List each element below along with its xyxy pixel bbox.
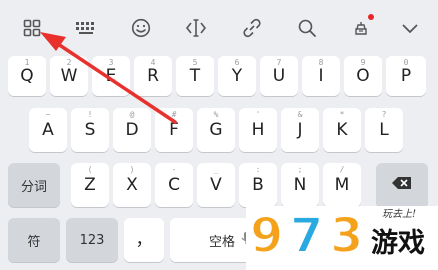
notification-dot [368, 14, 374, 20]
key-l[interactable]: ? L [365, 108, 403, 152]
key-o[interactable]: 9O [344, 56, 382, 96]
key-k[interactable]: * K [323, 108, 361, 152]
key-c[interactable]: -C [155, 163, 193, 207]
backspace-icon [391, 176, 413, 195]
watermark-slogan: 玩去上! [382, 209, 417, 220]
key-t[interactable]: 5T [176, 56, 214, 96]
watermark-digit: 9 [249, 208, 284, 264]
key-g[interactable]: % G [197, 108, 235, 152]
watermark-digit: 3 [329, 208, 364, 264]
backspace-key[interactable] [376, 163, 428, 207]
key-i[interactable]: 8I [302, 56, 340, 96]
keyboard-icon[interactable] [72, 14, 100, 42]
keyboard-toolbar [0, 0, 438, 56]
key-s[interactable]: ! S [71, 108, 109, 152]
key-y[interactable]: 6Y [218, 56, 256, 96]
link-icon[interactable] [238, 14, 266, 42]
symbol-key[interactable]: 符 [8, 218, 60, 262]
search-icon[interactable] [293, 14, 321, 42]
key-z[interactable]: (Z [71, 163, 109, 207]
key-q[interactable]: 1Q [8, 56, 46, 96]
key-v[interactable]: _ V [197, 163, 235, 207]
key-w[interactable]: 2W [50, 56, 88, 96]
key-a[interactable]: ~ A [29, 108, 67, 152]
segment-key[interactable]: 分词 [8, 163, 60, 207]
key-b[interactable]: :B [239, 163, 277, 207]
watermark-digit: 7 [289, 208, 324, 264]
key-m[interactable]: / M [323, 163, 361, 207]
key-e[interactable]: 3E [92, 56, 130, 96]
key-u[interactable]: 7U [260, 56, 298, 96]
watermark-logo: 9 7 3 玩去上! 游戏 [246, 206, 438, 270]
comma-key[interactable]: ， [124, 218, 164, 262]
space-label: 空格 [208, 234, 235, 250]
key-j[interactable]: & J [281, 108, 319, 152]
key-f[interactable]: # F [155, 108, 193, 152]
watermark-text: 游戏 [371, 228, 425, 259]
skin-icon[interactable] [347, 14, 375, 42]
key-p[interactable]: 0P [386, 56, 426, 96]
key-n[interactable]: ; N [281, 163, 319, 207]
grid-icon[interactable] [18, 14, 46, 42]
cursor-move-icon[interactable] [182, 14, 210, 42]
smiley-icon[interactable] [127, 14, 155, 42]
key-h[interactable]: ' H [239, 108, 277, 152]
key-d[interactable]: @ D [113, 108, 151, 152]
collapse-icon[interactable] [396, 14, 424, 42]
number-key[interactable]: 123 [66, 218, 118, 262]
key-r[interactable]: 4R [134, 56, 172, 96]
key-x[interactable]: ) X [113, 163, 151, 207]
